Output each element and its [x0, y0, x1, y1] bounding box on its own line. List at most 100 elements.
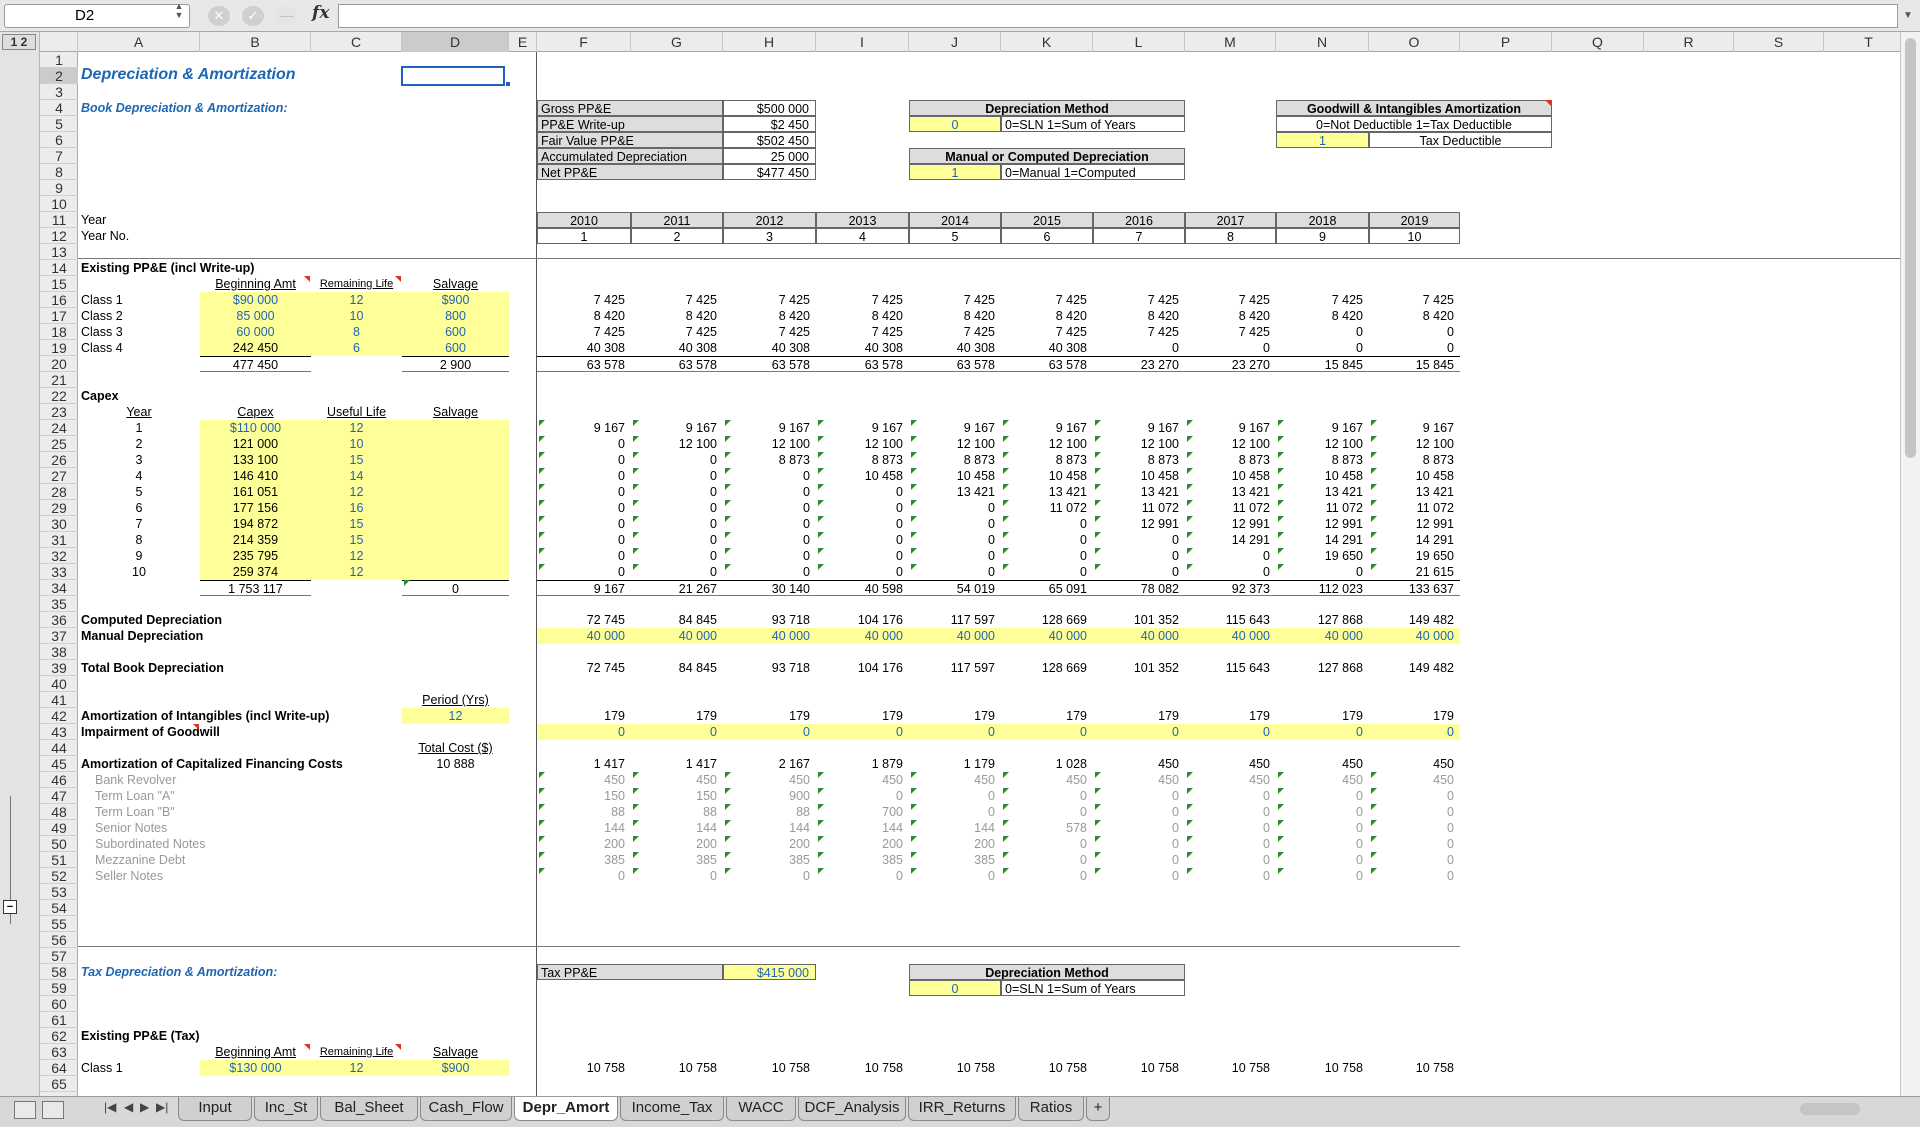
column-header-m[interactable]: M: [1185, 32, 1276, 52]
tax-depreciation-value[interactable]: 10 758: [1185, 1060, 1276, 1076]
row-header-29[interactable]: 29: [40, 500, 78, 516]
financing-row-value[interactable]: 0: [1001, 836, 1093, 852]
financing-row-value[interactable]: 88: [537, 804, 631, 820]
depreciation-value[interactable]: 7 425: [1001, 292, 1093, 308]
capex-salvage-input[interactable]: [402, 420, 509, 436]
capex-depreciation[interactable]: 0: [537, 516, 631, 532]
capex-depreciation[interactable]: 8 873: [1185, 452, 1276, 468]
column-header-c[interactable]: C: [311, 32, 402, 52]
financing-row-value[interactable]: 578: [1001, 820, 1093, 836]
capex-depreciation[interactable]: 0: [631, 516, 723, 532]
total-book-dep-value[interactable]: 115 643: [1185, 660, 1276, 676]
row-header-59[interactable]: 59: [40, 980, 78, 996]
capex-salvage-input[interactable]: [402, 500, 509, 516]
row-header-45[interactable]: 45: [40, 756, 78, 772]
tax-depreciation-value[interactable]: 10 758: [1001, 1060, 1093, 1076]
capex-depreciation[interactable]: 8 873: [1276, 452, 1369, 468]
row-header-32[interactable]: 32: [40, 548, 78, 564]
tax-header-remaining-life[interactable]: Remaining Life: [311, 1044, 402, 1060]
column-header-k[interactable]: K: [1001, 32, 1093, 52]
row-header-17[interactable]: 17: [40, 308, 78, 324]
capex-salvage-input[interactable]: [402, 532, 509, 548]
depreciation-value[interactable]: 7 425: [909, 324, 1001, 340]
capex-depreciation[interactable]: 9 167: [1185, 420, 1276, 436]
row-header-58[interactable]: 58: [40, 964, 78, 980]
year-header[interactable]: 2011: [631, 212, 723, 228]
ppe-value[interactable]: $500 000: [723, 100, 816, 116]
tax-depreciation-value[interactable]: 10 758: [723, 1060, 816, 1076]
capex-year[interactable]: 4: [78, 468, 200, 484]
row-header-5[interactable]: 5: [40, 116, 78, 132]
sheet-tab-bal_sheet[interactable]: Bal_Sheet: [320, 1097, 418, 1121]
capex-year[interactable]: 2: [78, 436, 200, 452]
capex-depreciation[interactable]: 8 873: [816, 452, 909, 468]
financing-row-value[interactable]: 0: [1276, 852, 1369, 868]
depreciation-value[interactable]: 8 420: [1185, 308, 1276, 324]
header-capex[interactable]: Capex: [200, 404, 311, 420]
header-capex-salvage[interactable]: Salvage: [402, 404, 509, 420]
capex-depreciation[interactable]: 0: [1001, 516, 1093, 532]
sheet-grid[interactable]: Depreciation & Amortization Book Deprecia…: [78, 52, 1900, 1096]
row-header-18[interactable]: 18: [40, 324, 78, 340]
row-header-25[interactable]: 25: [40, 436, 78, 452]
financing-row-value[interactable]: 0: [1001, 868, 1093, 884]
computed-dep-value[interactable]: 72 745: [537, 612, 631, 628]
amort-financing-value[interactable]: 450: [1093, 756, 1185, 772]
row-header-19[interactable]: 19: [40, 340, 78, 356]
capex-total-depreciation[interactable]: 40 598: [816, 580, 909, 596]
capex-total-depreciation[interactable]: 30 140: [723, 580, 816, 596]
capex-depreciation[interactable]: 13 421: [1369, 484, 1460, 500]
depreciation-value[interactable]: 8 420: [1093, 308, 1185, 324]
year-label[interactable]: Year: [78, 212, 200, 228]
depreciation-value[interactable]: 7 425: [816, 324, 909, 340]
column-header-i[interactable]: I: [816, 32, 909, 52]
depreciation-value[interactable]: 7 425: [723, 292, 816, 308]
computed-dep-value[interactable]: 149 482: [1369, 612, 1460, 628]
capex-depreciation[interactable]: 0: [631, 500, 723, 516]
sheet-tab-cash_flow[interactable]: Cash_Flow: [420, 1097, 512, 1121]
financing-row-value[interactable]: 0: [1185, 820, 1276, 836]
depreciation-value[interactable]: 7 425: [537, 324, 631, 340]
impairment-value[interactable]: 0: [631, 724, 723, 740]
column-header-j[interactable]: J: [909, 32, 1001, 52]
capex-depreciation[interactable]: 0: [1185, 564, 1276, 580]
row-header-46[interactable]: 46: [40, 772, 78, 788]
depreciation-value[interactable]: 8 420: [1001, 308, 1093, 324]
fx-label[interactable]: fx: [312, 3, 329, 23]
add-sheet-button[interactable]: +: [1086, 1097, 1110, 1121]
depreciation-value[interactable]: 7 425: [1185, 292, 1276, 308]
ppe-value[interactable]: $502 450: [723, 132, 816, 148]
capex-depreciation[interactable]: 8 873: [1001, 452, 1093, 468]
column-header-n[interactable]: N: [1276, 32, 1369, 52]
manual-dep-value[interactable]: 40 000: [909, 628, 1001, 644]
tax-depreciation-value[interactable]: 10 758: [909, 1060, 1001, 1076]
depreciation-value[interactable]: 0: [1276, 340, 1369, 356]
ppe-label[interactable]: Fair Value PP&E: [537, 132, 723, 148]
formula-expand-icon[interactable]: ▼: [1900, 4, 1916, 28]
column-header-o[interactable]: O: [1369, 32, 1460, 52]
row-header-4[interactable]: 4: [40, 100, 78, 116]
capex-depreciation[interactable]: 0: [816, 532, 909, 548]
impairment-value[interactable]: 0: [816, 724, 909, 740]
sheet-tab-inc_st[interactable]: Inc_St: [254, 1097, 318, 1121]
ppe-label[interactable]: PP&E Write-up: [537, 116, 723, 132]
dep-method-title[interactable]: Depreciation Method: [909, 100, 1185, 116]
capex-depreciation[interactable]: 13 421: [1185, 484, 1276, 500]
column-header-r[interactable]: R: [1644, 32, 1734, 52]
financing-row-value[interactable]: 0: [631, 868, 723, 884]
capex-depreciation[interactable]: 14 291: [1369, 532, 1460, 548]
remaining-life[interactable]: 10: [311, 308, 402, 324]
financing-row-value[interactable]: 0: [1001, 804, 1093, 820]
manual-dep-value[interactable]: 40 000: [537, 628, 631, 644]
financing-row-value[interactable]: 0: [1276, 868, 1369, 884]
amort-financing-value[interactable]: 450: [1185, 756, 1276, 772]
capex-depreciation[interactable]: 0: [909, 516, 1001, 532]
header-beginning-amt[interactable]: Beginning Amt: [200, 276, 311, 292]
column-header-e[interactable]: E: [509, 32, 537, 52]
year-no-label[interactable]: Year No.: [78, 228, 200, 244]
row-header-16[interactable]: 16: [40, 292, 78, 308]
amort-intangibles-value[interactable]: 179: [537, 708, 631, 724]
year-header[interactable]: 2013: [816, 212, 909, 228]
financing-row-value[interactable]: 144: [816, 820, 909, 836]
impairment-label[interactable]: Impairment of Goodwill: [78, 724, 402, 740]
